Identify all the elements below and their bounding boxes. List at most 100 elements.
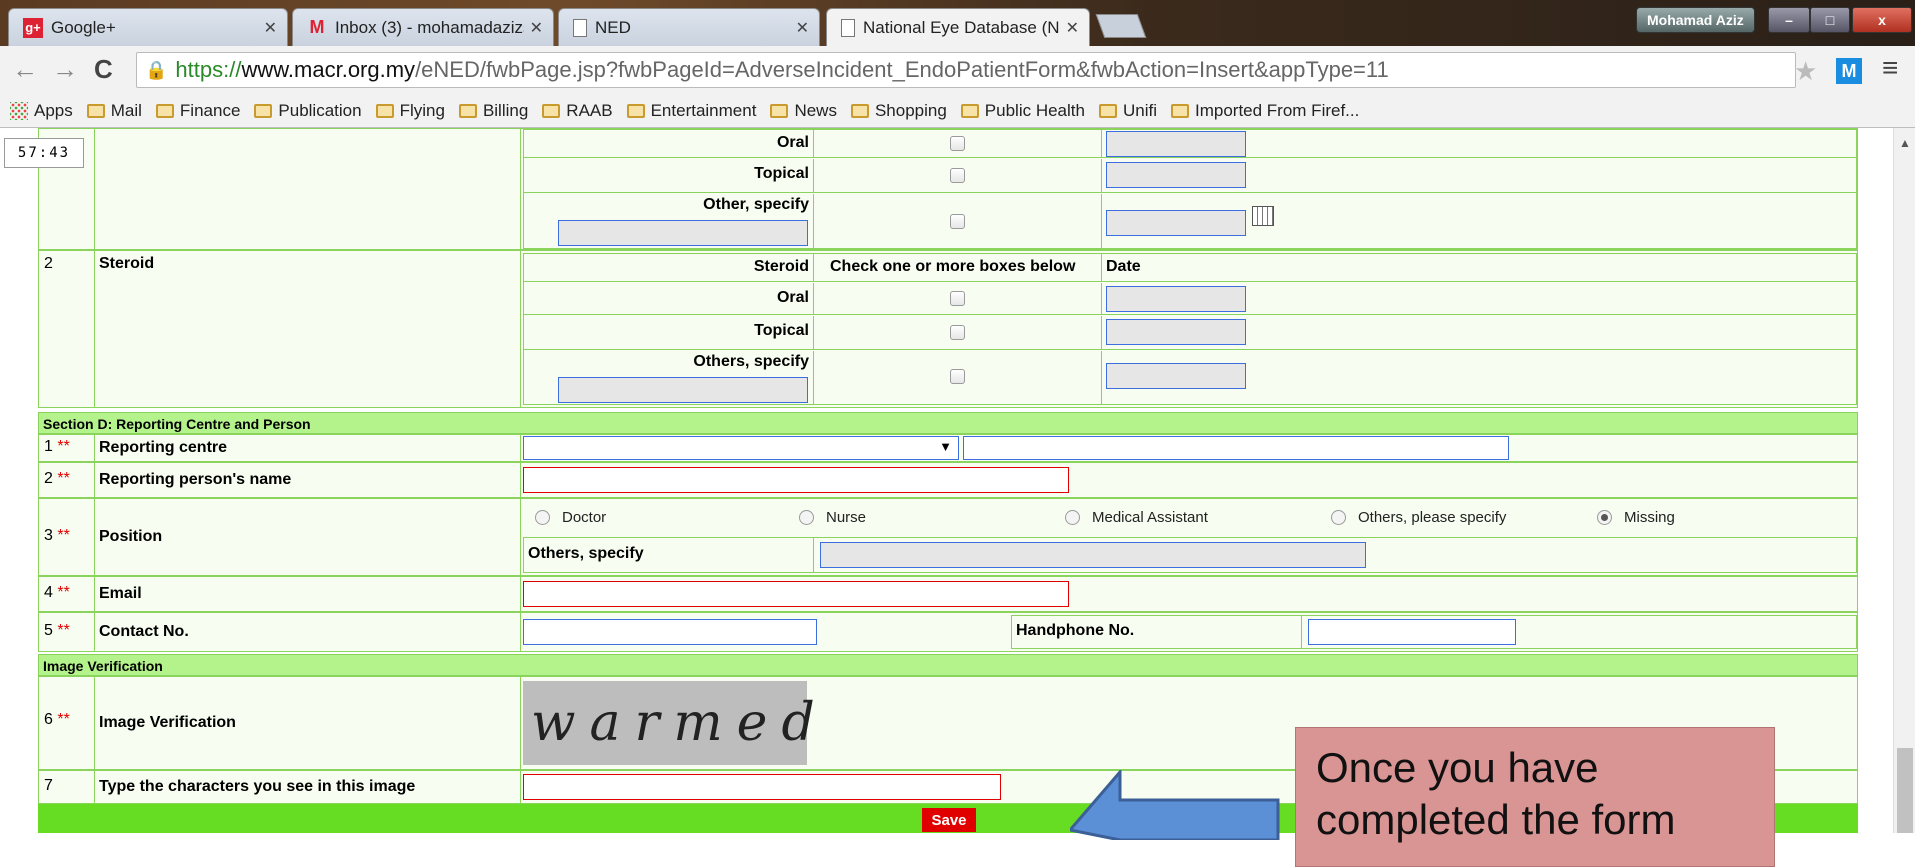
reporting-centre-select[interactable]: ▼ — [523, 436, 959, 460]
gmail-icon: M — [309, 17, 325, 37]
tab-title: NED — [595, 17, 631, 37]
position-radio-doctor[interactable]: Doctor — [535, 509, 606, 526]
bookmark-unifi[interactable]: Unifi — [1098, 101, 1157, 121]
bookmark-apps[interactable]: Apps — [10, 101, 73, 121]
steroid-oral-date-field[interactable] — [1106, 286, 1246, 312]
radio-label: Others, please specify — [1358, 509, 1507, 526]
bookmark-raab[interactable]: RAAB — [542, 101, 613, 121]
row-label: Steroid — [95, 251, 521, 407]
scrollbar[interactable]: ▲ — [1893, 128, 1915, 833]
steroid-others-specify-field[interactable] — [558, 377, 808, 403]
previous-oral-row: Oral — [524, 130, 1856, 158]
required-marker: ** — [57, 711, 70, 728]
steroid-header-col2: Check one or more boxes below — [814, 254, 1102, 282]
other-checkbox[interactable] — [950, 214, 965, 229]
folder-icon — [155, 103, 174, 118]
calendar-icon[interactable] — [1252, 206, 1274, 226]
email-field[interactable] — [523, 581, 1069, 607]
handphone-subrow: Handphone No. — [1011, 615, 1857, 649]
bookmark-flying[interactable]: Flying — [375, 101, 445, 121]
close-icon[interactable]: ✕ — [264, 18, 277, 38]
captcha-input-field[interactable] — [523, 774, 1001, 800]
steroid-others-checkbox[interactable] — [950, 369, 965, 384]
steroid-others-row: Others, specify — [524, 351, 1856, 405]
bookmark-imported[interactable]: Imported From Firef... — [1170, 101, 1359, 121]
position-radio-nurse[interactable]: Nurse — [799, 509, 866, 526]
section-d-header: Section D: Reporting Centre and Person — [38, 412, 1858, 434]
bookmark-publication[interactable]: Publication — [254, 100, 362, 121]
row-number-value: 5 — [44, 622, 53, 639]
bookmark-label: Publication — [278, 100, 362, 120]
new-tab-button[interactable] — [1095, 14, 1147, 38]
oral-checkbox[interactable] — [950, 136, 965, 151]
bookmark-shopping[interactable]: Shopping — [850, 101, 947, 121]
sub-label-cell: Topical — [524, 316, 814, 350]
row-label: Position — [95, 499, 521, 575]
position-radio-medical-assistant[interactable]: Medical Assistant — [1065, 509, 1208, 526]
address-bar[interactable]: 🔒 https://www.macr.org.my/eNED/fwbPage.j… — [136, 52, 1796, 88]
position-radio-missing[interactable]: Missing — [1597, 509, 1675, 526]
steroid-topical-date-field[interactable] — [1106, 319, 1246, 345]
close-icon[interactable]: ✕ — [796, 18, 809, 38]
row-number-value: 1 — [44, 438, 53, 455]
row-number: 1 ** — [39, 435, 95, 461]
other-date-field[interactable] — [1106, 210, 1246, 236]
save-button[interactable]: Save — [922, 808, 976, 832]
captcha-image: warmed — [523, 681, 815, 765]
steroid-others-date-field[interactable] — [1106, 363, 1246, 389]
position-others-specify-field[interactable] — [820, 542, 1366, 568]
scroll-up-arrow-icon[interactable]: ▲ — [1899, 136, 1911, 150]
extension-icon[interactable]: M — [1836, 58, 1862, 84]
close-icon[interactable]: ✕ — [530, 18, 543, 38]
tab-national-eye-database[interactable]: National Eye Database (N| ✕ — [826, 8, 1090, 46]
bookmark-star-icon[interactable]: ★ — [1794, 56, 1817, 87]
topical-checkbox[interactable] — [950, 168, 965, 183]
checkbox-cell — [814, 316, 1102, 350]
position-row: 3 ** Position Doctor Nurse Medical Assis… — [38, 498, 1858, 576]
reporting-centre-text-field[interactable] — [963, 436, 1509, 460]
callout-box: Once you have completed the form — [1295, 727, 1775, 867]
bookmark-label: Entertainment — [650, 100, 757, 120]
steroid-subtable: Steroid Check one or more boxes below Da… — [523, 253, 1857, 405]
profile-button[interactable]: Mohamad Aziz — [1636, 7, 1755, 33]
menu-icon[interactable]: ≡ — [1882, 52, 1898, 84]
checkbox-cell — [814, 194, 1102, 250]
google-plus-icon: g+ — [23, 17, 43, 38]
folder-icon — [960, 103, 979, 118]
steroid-topical-checkbox[interactable] — [950, 325, 965, 340]
reload-icon[interactable]: C — [94, 54, 113, 85]
bookmark-public-health[interactable]: Public Health — [960, 101, 1085, 121]
tab-google-plus[interactable]: g+ Google+ ✕ — [8, 8, 288, 46]
row-label: Reporting person's name — [95, 463, 521, 497]
bookmark-billing[interactable]: Billing — [458, 101, 528, 121]
bookmark-news[interactable]: News — [770, 101, 837, 121]
steroid-oral-checkbox[interactable] — [950, 291, 965, 306]
topical-date-field[interactable] — [1106, 162, 1246, 188]
previous-item-row: Oral Topical Other, specify — [38, 128, 1858, 250]
oral-date-field[interactable] — [1106, 131, 1246, 157]
contact-no-field[interactable] — [523, 619, 817, 645]
reporting-person-name-field[interactable] — [523, 467, 1069, 493]
back-arrow-icon[interactable]: ← — [12, 54, 38, 85]
forward-arrow-icon[interactable]: → — [52, 54, 78, 85]
row-number: 2 — [39, 251, 95, 407]
close-icon[interactable]: ✕ — [1066, 18, 1079, 38]
close-window-button[interactable]: x — [1852, 7, 1912, 33]
bookmark-entertainment[interactable]: Entertainment — [626, 100, 757, 121]
previous-topical-row: Topical — [524, 159, 1856, 193]
handphone-no-field[interactable] — [1308, 619, 1516, 645]
scrollbar-thumb[interactable] — [1897, 748, 1913, 833]
position-radio-others[interactable]: Others, please specify — [1331, 509, 1506, 526]
radio-label: Nurse — [826, 509, 867, 526]
minimize-button[interactable]: – — [1768, 7, 1810, 33]
row-number: 7 — [39, 771, 95, 803]
bookmark-mail[interactable]: Mail — [86, 101, 142, 121]
others-specify-subrow: Others, specify — [523, 537, 1857, 573]
bookmark-finance[interactable]: Finance — [155, 101, 240, 121]
tab-inbox[interactable]: M Inbox (3) - mohamadazizs ✕ — [292, 8, 554, 46]
tab-ned[interactable]: NED ✕ — [558, 8, 820, 46]
other-specify-field[interactable] — [558, 220, 808, 246]
checkbox-cell — [814, 283, 1102, 315]
maximize-button[interactable]: □ — [1810, 7, 1850, 33]
row-number: 5 ** — [39, 613, 95, 651]
